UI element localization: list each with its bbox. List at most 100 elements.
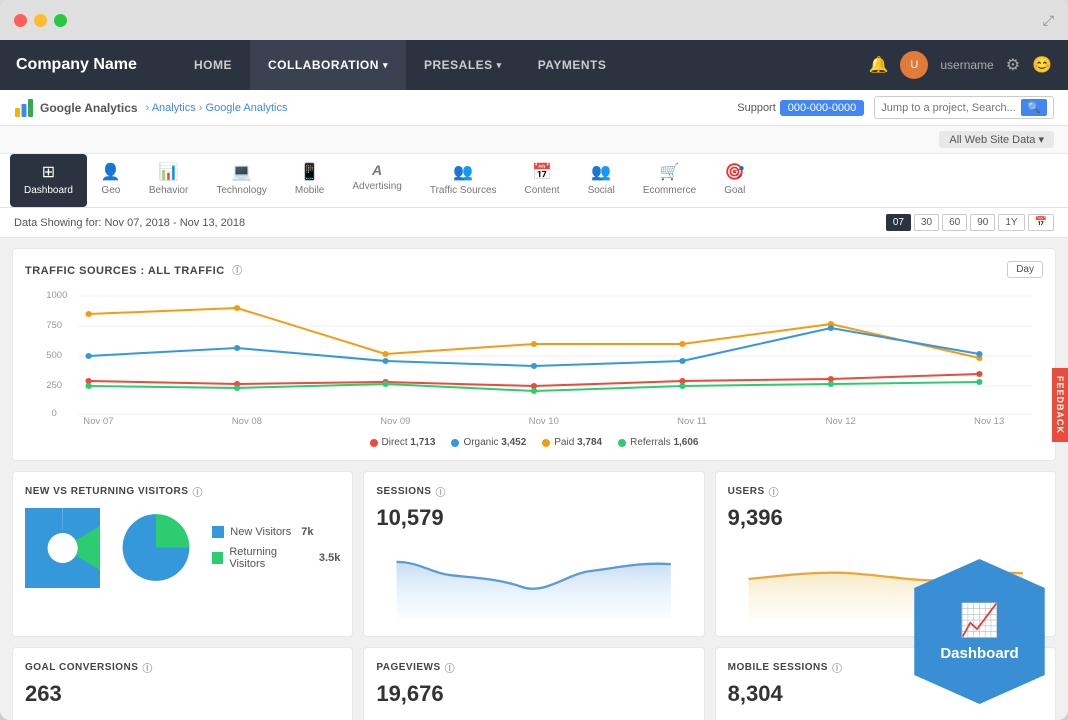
date-btn-1y[interactable]: 1Y — [998, 214, 1024, 231]
dashboard-badge-label: Dashboard — [940, 645, 1018, 662]
dashboard-badge-container: 📈 Dashboard — [907, 559, 1052, 704]
title-bar: ⤢ — [0, 0, 1068, 40]
users-title: USERS ⓘ — [728, 484, 1043, 499]
goal-icon: 🎯 — [725, 162, 745, 182]
date-showing-label: Data Showing for: Nov 07, 2018 - Nov 13,… — [14, 217, 245, 229]
window-inner: Google Analytics › Analytics › Google An… — [0, 90, 1068, 720]
help-icon[interactable]: 😊 — [1032, 55, 1052, 75]
tab-dashboard[interactable]: ⊞ Dashboard — [10, 154, 87, 207]
info-icon[interactable]: ⓘ — [142, 660, 153, 675]
nav-item-collaboration[interactable]: COLLABORATION ▾ — [250, 40, 406, 90]
new-visitors-color — [212, 526, 224, 538]
search-button[interactable]: 🔍 — [1021, 99, 1047, 116]
expand-icon[interactable]: ⤢ — [1043, 12, 1054, 29]
support-phone[interactable]: 000-000-0000 — [780, 100, 865, 116]
tab-goal[interactable]: 🎯 Goal — [710, 154, 759, 207]
date-btn-60[interactable]: 60 — [942, 214, 967, 231]
tab-behavior[interactable]: 📊 Behavior — [135, 154, 202, 207]
goal-conversions-title: GOAL CONVERSIONS ⓘ — [25, 660, 340, 675]
nav-right: 🔔 U username ⚙ 😊 — [868, 51, 1052, 79]
dashboard-badge-icon: 📈 — [960, 601, 1000, 639]
feedback-tab[interactable]: FEEDBACK — [1052, 368, 1068, 442]
date-buttons: 07 30 60 90 1Y 📅 — [886, 214, 1054, 231]
nav-item-home[interactable]: HOME — [176, 40, 250, 90]
day-button[interactable]: Day — [1007, 261, 1043, 278]
traffic-icon: 👥 — [453, 162, 473, 182]
users-value: 9,396 — [728, 505, 1043, 531]
info-icon[interactable]: ⓘ — [192, 484, 203, 499]
legend-paid: Paid 3,784 — [542, 437, 602, 448]
chevron-down-icon: ▾ — [383, 60, 388, 71]
new-vs-returning-title: NEW VS RETURNING VISITORS ⓘ — [25, 484, 340, 499]
breadcrumb: › Analytics › Google Analytics — [146, 102, 288, 114]
tab-content[interactable]: 📅 Content — [511, 154, 574, 207]
nav-item-payments[interactable]: PAYMENTS — [520, 40, 625, 90]
date-btn-90[interactable]: 90 — [970, 214, 995, 231]
minimize-button[interactable] — [34, 14, 47, 27]
info-icon[interactable]: ⓘ — [232, 266, 243, 277]
svg-text:Nov 07: Nov 07 — [83, 416, 113, 426]
date-btn-calendar[interactable]: 📅 — [1028, 214, 1054, 231]
google-analytics-icon — [14, 98, 34, 118]
mobile-mini-chart — [728, 715, 1043, 720]
maximize-button[interactable] — [54, 14, 67, 27]
chart-container: 1000 750 500 250 0 Nov 07 Nov 08 — [25, 286, 1043, 431]
bell-icon[interactable]: 🔔 — [868, 55, 888, 75]
pie-legend: New Visitors 7k Returning Visitors 3.5k — [212, 526, 340, 570]
ga-logo-text: Google Analytics — [40, 101, 138, 115]
close-button[interactable] — [14, 14, 27, 27]
svg-text:500: 500 — [46, 350, 62, 360]
legend-referrals: Referrals 1,606 — [618, 437, 698, 448]
search-input[interactable] — [881, 102, 1021, 114]
date-btn-07[interactable]: 07 — [886, 214, 911, 231]
traffic-line-chart: 1000 750 500 250 0 Nov 07 Nov 08 — [25, 286, 1043, 426]
advertising-icon: A — [372, 162, 382, 178]
sessions-value: 10,579 — [376, 505, 691, 531]
nav-item-presales[interactable]: PRESALES ▾ — [406, 40, 520, 90]
pie-chart-proper — [116, 505, 196, 590]
chart-legend: Direct 1,713 Organic 3,452 Paid 3,784 Re… — [25, 437, 1043, 448]
nav-items: HOME COLLABORATION ▾ PRESALES ▾ PAYMENTS — [176, 40, 868, 90]
tab-geo[interactable]: 👤 Geo — [87, 154, 135, 207]
info-icon[interactable]: ⓘ — [445, 660, 456, 675]
social-icon: 👥 — [591, 162, 611, 182]
tab-social[interactable]: 👥 Social — [574, 154, 629, 207]
stats-row-1: NEW VS RETURNING VISITORS ⓘ — [12, 471, 1056, 637]
ecommerce-icon: 🛒 — [660, 162, 680, 182]
goal-conversions-value: 263 — [25, 681, 340, 707]
date-btn-30[interactable]: 30 — [914, 214, 939, 231]
behavior-icon: 📊 — [159, 162, 179, 182]
pageviews-card: PAGEVIEWS ⓘ 19,676 — [363, 647, 704, 720]
sub-header: Google Analytics › Analytics › Google An… — [0, 90, 1068, 126]
info-icon[interactable]: ⓘ — [769, 484, 780, 499]
legend-dot-paid — [542, 439, 550, 447]
dashboard-badge[interactable]: 📈 Dashboard — [907, 559, 1052, 704]
tab-technology[interactable]: 💻 Technology — [202, 154, 281, 207]
traffic-chart-title: TRAFFIC SOURCES : ALL TRAFFIC ⓘ Day — [25, 261, 1043, 278]
sessions-mini-chart — [376, 539, 691, 619]
tab-ecommerce[interactable]: 🛒 Ecommerce — [629, 154, 710, 207]
support-label: Support 000-000-0000 — [737, 100, 864, 116]
legend-dot-direct — [370, 439, 378, 447]
tab-advertising[interactable]: A Advertising — [338, 154, 415, 207]
info-icon[interactable]: ⓘ — [435, 484, 446, 499]
pageviews-title: PAGEVIEWS ⓘ — [376, 660, 691, 675]
gear-icon[interactable]: ⚙ — [1006, 55, 1020, 75]
dashboard-icon: ⊞ — [42, 162, 55, 182]
tab-traffic-sources[interactable]: 👥 Traffic Sources — [416, 154, 511, 207]
sessions-card: SESSIONS ⓘ 10,579 — [363, 471, 704, 637]
legend-direct: Direct 1,713 — [370, 437, 436, 448]
pageviews-value: 19,676 — [376, 681, 691, 707]
pageviews-mini-chart — [376, 715, 691, 720]
goal-conversions-card: GOAL CONVERSIONS ⓘ 263 — [12, 647, 353, 720]
svg-text:Nov 13: Nov 13 — [974, 416, 1004, 426]
tab-mobile[interactable]: 📱 Mobile — [281, 154, 338, 207]
info-icon[interactable]: ⓘ — [832, 660, 843, 675]
username-label: username — [940, 58, 993, 72]
legend-dot-organic — [451, 439, 459, 447]
avatar: U — [900, 51, 928, 79]
goal-mini-chart — [25, 715, 340, 720]
pie-container: New Visitors 7k Returning Visitors 3.5k — [25, 505, 340, 590]
profile-selector[interactable]: All Web Site Data ▾ — [939, 131, 1054, 148]
svg-text:1000: 1000 — [46, 290, 67, 300]
